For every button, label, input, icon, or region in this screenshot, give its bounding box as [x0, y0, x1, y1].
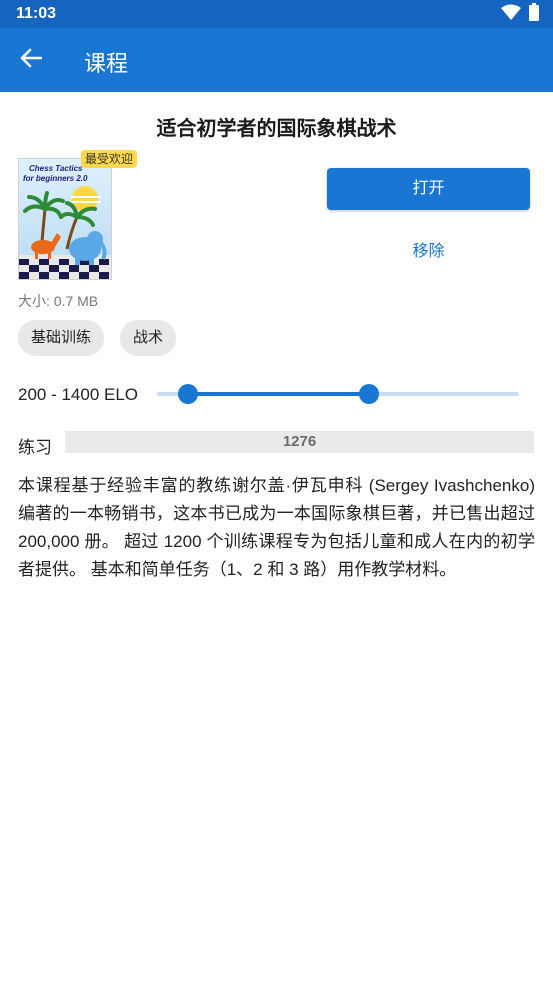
remove-button[interactable]: 移除	[327, 237, 530, 261]
course-description: 本课程基于经验丰富的教练谢尔盖·伊瓦申科 (Sergey Ivashchenko…	[18, 476, 535, 579]
most-popular-badge: 最受欢迎	[81, 150, 138, 168]
back-button[interactable]	[14, 44, 48, 76]
status-time: 11:03	[16, 5, 57, 22]
elo-range-label: 200 - 1400 ELO	[18, 385, 139, 404]
open-button[interactable]: 打开	[327, 168, 530, 210]
status-icons	[501, 2, 539, 26]
elo-range-slider[interactable]	[157, 383, 519, 405]
slider-track-fill	[187, 392, 369, 396]
tag-basic-training[interactable]: 基础训练	[18, 320, 105, 356]
course-cover-image[interactable]: Chess Tactics for beginners 2.0	[18, 158, 112, 280]
arrow-left-icon	[20, 48, 43, 73]
cover-title-line2: for beginners 2.0	[23, 174, 88, 183]
slider-thumb-high[interactable]	[358, 384, 379, 404]
wifi-icon	[501, 4, 521, 25]
course-title: 适合初学者的国际象棋战术	[156, 118, 397, 140]
slider-thumb-low[interactable]	[177, 384, 198, 404]
status-bar: 11:03	[0, 0, 553, 28]
practice-label: 练习	[18, 438, 52, 457]
tag-tactics[interactable]: 战术	[120, 320, 177, 356]
battery-icon	[529, 2, 539, 26]
page-title: 课程	[84, 51, 129, 76]
cover-title-line1: Chess Tactics	[29, 164, 83, 173]
file-size: 大小: 0.7 MB	[18, 293, 99, 309]
app-bar: 课程	[0, 28, 553, 92]
practice-progress-bar: 1276	[65, 431, 534, 453]
